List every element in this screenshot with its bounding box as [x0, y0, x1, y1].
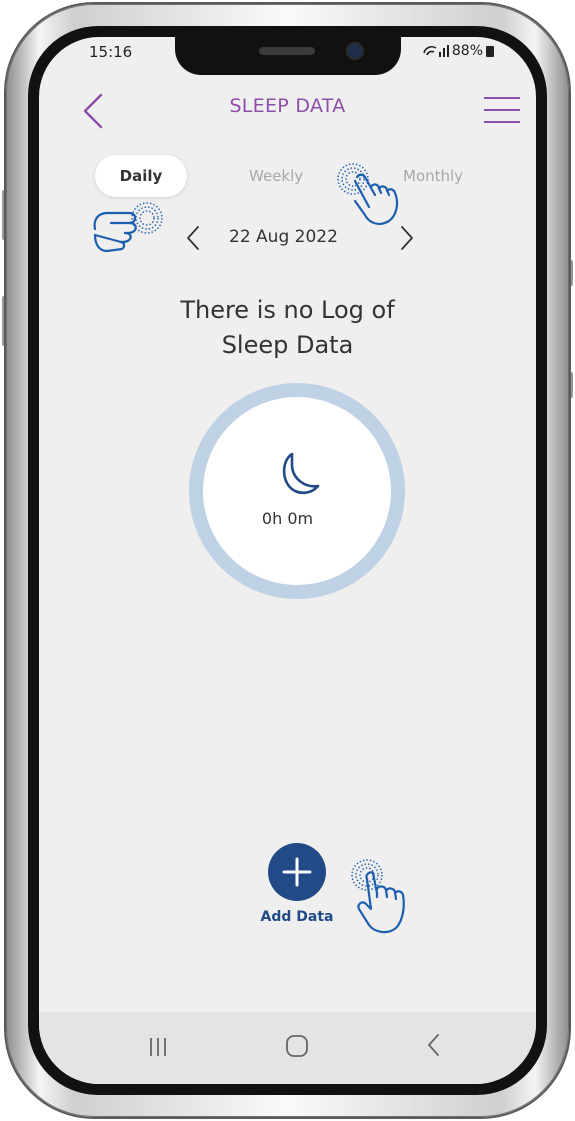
- add-data-label[interactable]: Add Data: [39, 909, 536, 925]
- tap-hand-icon: [337, 163, 399, 225]
- nav-recents-icon[interactable]: [147, 1036, 169, 1058]
- nav-home-icon[interactable]: [284, 1033, 310, 1059]
- current-date: 22 Aug 2022: [229, 227, 338, 247]
- plus-icon: [282, 857, 312, 887]
- chevron-left-icon[interactable]: [184, 224, 202, 252]
- moon-icon: [282, 452, 320, 495]
- nav-back-icon[interactable]: [425, 1032, 441, 1058]
- hamburger-menu-icon[interactable]: [483, 95, 521, 125]
- phone-bezel: 15:16 88% SLEEP DATA Daily Weekly Monthl…: [28, 26, 547, 1095]
- empty-state-line1: There is no Log of: [180, 296, 395, 324]
- page-title: SLEEP DATA: [229, 95, 346, 117]
- speaker-grill: [259, 47, 315, 55]
- phone-frame: 15:16 88% SLEEP DATA Daily Weekly Monthl…: [6, 4, 569, 1117]
- battery-percent: 88%: [451, 43, 483, 59]
- notch: [175, 37, 401, 75]
- add-data-button[interactable]: [268, 843, 326, 901]
- battery-icon: [486, 45, 494, 57]
- tab-weekly[interactable]: Weekly: [249, 167, 303, 185]
- phone-screen: 15:16 88% SLEEP DATA Daily Weekly Monthl…: [39, 37, 536, 1084]
- empty-state-message: There is no Log of Sleep Data: [39, 293, 536, 363]
- tap-hand-icon: [351, 859, 405, 934]
- sleep-duration: 0h 0m: [261, 509, 314, 528]
- signal-icon: [423, 45, 449, 57]
- status-time: 15:16: [89, 43, 133, 61]
- tap-hand-icon: [93, 202, 163, 253]
- tab-daily[interactable]: Daily: [95, 155, 187, 197]
- front-camera: [348, 44, 362, 58]
- empty-state-line2: Sleep Data: [221, 331, 354, 359]
- status-indicators: 88%: [423, 43, 494, 59]
